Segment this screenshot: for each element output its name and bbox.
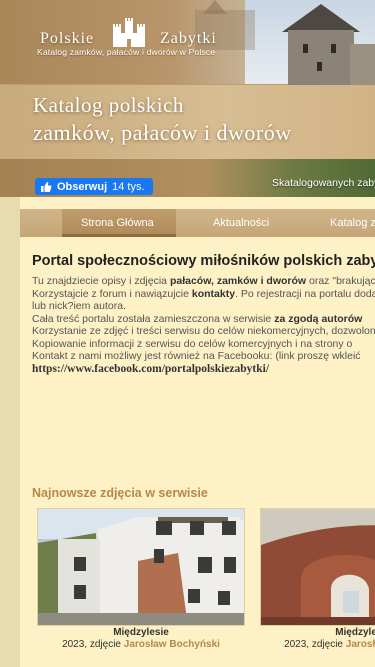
castle-tower-image xyxy=(288,30,354,86)
facebook-follower-count: 14 tys. xyxy=(112,180,145,193)
menu-item-news[interactable]: Aktualności xyxy=(213,217,269,229)
arch-photo-image xyxy=(261,509,375,625)
main-content: Strona Główna Aktualności Katalog zabytk… xyxy=(20,197,375,667)
castle-logo-icon[interactable] xyxy=(109,17,149,47)
banner-title-line1: Katalog polskich xyxy=(33,93,184,117)
facebook-follow-label: Obserwuj xyxy=(57,180,108,193)
catalog-count-label: Skatalogowanych zabytków: xyxy=(272,177,375,189)
logo-subtitle: Katalog zamków, pałaców i dworów w Polsc… xyxy=(37,47,216,57)
contacts-link[interactable]: kontakty xyxy=(192,288,235,300)
facebook-page-link[interactable]: https://www.facebook.com/portalpolskieza… xyxy=(32,363,375,376)
menu-item-home[interactable]: Strona Główna xyxy=(81,217,154,229)
main-menu: Strona Główna Aktualności Katalog zabytk… xyxy=(20,197,375,239)
facebook-follow-button[interactable]: Obserwuj 14 tys. xyxy=(35,178,153,195)
photo-author-link[interactable]: Jarosław Bochyński xyxy=(346,639,375,650)
banner-title-line2: zamków, pałaców i dworów xyxy=(33,120,292,145)
photo-place-link[interactable]: Międzylesie xyxy=(260,627,375,639)
latest-photos-heading: Najnowsze zdjęcia w serwisie xyxy=(32,486,208,500)
photo-caption: Międzylesie 2023, zdjęcie Jarosław Bochy… xyxy=(260,627,375,651)
intro-text: Tu znajdziecie opisy i zdjęcia pałaców, … xyxy=(32,275,375,375)
page-title: Portal społecznościowy miłośników polski… xyxy=(32,253,375,269)
photo-thumbnail[interactable] xyxy=(37,508,245,626)
site-header: Polskie Zabytki Katalog zamków, pałaców … xyxy=(0,0,375,197)
logo-word-right[interactable]: Zabytki xyxy=(160,30,217,48)
thumbs-up-icon xyxy=(41,181,52,192)
castle-photo-image xyxy=(38,509,244,625)
photo-thumbnail[interactable] xyxy=(260,508,375,626)
tower-roof-image xyxy=(282,4,360,32)
photo-caption: Międzylesie 2023, zdjęcie Jarosław Bochy… xyxy=(38,627,244,651)
photo-author-link[interactable]: Jarosław Bochyński xyxy=(124,639,220,650)
photo-place-link[interactable]: Międzylesie xyxy=(38,627,244,639)
logo-word-left[interactable]: Polskie xyxy=(40,30,94,48)
menu-item-catalog[interactable]: Katalog zabytków xyxy=(330,217,375,229)
